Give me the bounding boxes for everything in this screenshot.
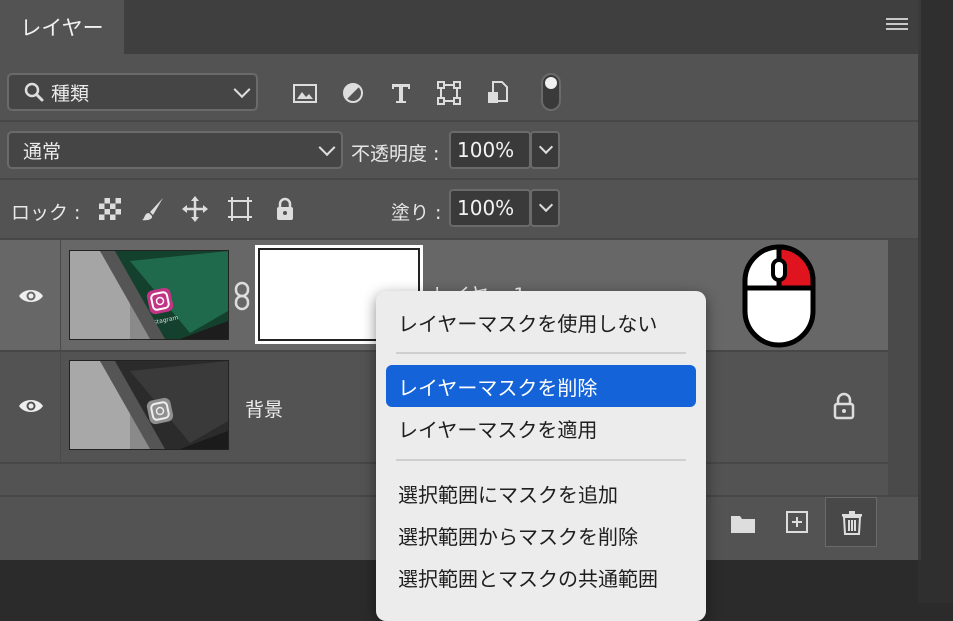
search-icon (23, 81, 45, 103)
menu-item-add-mask-to-selection[interactable]: 選択範囲にマスクを追加 (386, 472, 696, 514)
filter-kind-dropdown[interactable]: 種類 (7, 73, 258, 111)
panel-menu-icon[interactable] (886, 18, 908, 34)
lock-image-pixels-icon[interactable] (139, 195, 167, 223)
image-filter-icon[interactable] (291, 79, 319, 107)
chevron-down-icon (318, 139, 336, 157)
tab-layers[interactable]: レイヤー (0, 0, 124, 54)
right-click-mouse-icon (742, 244, 816, 348)
blend-mode-value: 通常 (23, 140, 62, 163)
eye-icon[interactable] (18, 393, 44, 419)
fill-dropdown-button[interactable] (530, 189, 560, 227)
menu-item-subtract-mask-from-selection[interactable]: 選択範囲からマスクを削除 (386, 514, 696, 556)
adjustment-filter-icon[interactable] (339, 79, 367, 107)
menu-separator (396, 352, 686, 354)
lock-artboard-icon[interactable] (226, 195, 254, 223)
filter-toggle[interactable] (541, 73, 561, 111)
lock-transparent-pixels-icon[interactable] (96, 195, 124, 223)
type-filter-icon[interactable] (387, 79, 415, 107)
fill-input[interactable]: 100% (449, 189, 531, 227)
menu-separator (396, 459, 686, 461)
delete-layer-button[interactable] (825, 497, 877, 547)
trash-icon (838, 508, 866, 536)
layer-thumbnail[interactable]: Instagram (69, 250, 229, 340)
new-layer-icon[interactable] (783, 508, 811, 536)
context-menu: レイヤーマスクを使用しない レイヤーマスクを削除 レイヤーマスクを適用 選択範囲… (376, 291, 706, 621)
lock-position-icon[interactable] (181, 195, 209, 223)
lock-all-icon[interactable] (271, 195, 299, 223)
workspace-background (918, 0, 953, 603)
fill-label: 塗り : (391, 202, 442, 224)
shape-filter-icon[interactable] (435, 79, 463, 107)
filter-kind-label: 種類 (51, 82, 90, 105)
eye-icon[interactable] (18, 283, 44, 309)
panel-tabbar: レイヤー (0, 0, 918, 54)
lock-label: ロック : (11, 202, 81, 224)
panel-edge (918, 0, 921, 560)
lock-icon[interactable] (832, 392, 856, 420)
chevron-down-icon (233, 81, 251, 99)
menu-item-disable-layer-mask[interactable]: レイヤーマスクを使用しない (386, 301, 696, 343)
opacity-label: 不透明度 : (351, 143, 440, 165)
opacity-input[interactable]: 100% (449, 131, 531, 169)
opacity-dropdown-button[interactable] (530, 131, 560, 169)
link-icon[interactable] (233, 281, 251, 311)
blend-mode-dropdown[interactable]: 通常 (7, 131, 343, 169)
menu-item-intersect-mask-with-selection[interactable]: 選択範囲とマスクの共通範囲 (386, 556, 696, 598)
layer-thumbnail[interactable] (69, 360, 229, 450)
menu-item-delete-layer-mask[interactable]: レイヤーマスクを削除 (386, 365, 696, 407)
layer-name[interactable]: 背景 (245, 395, 283, 422)
layers-scrollbar[interactable] (888, 240, 918, 495)
smart-object-filter-icon[interactable] (484, 79, 512, 107)
menu-item-apply-layer-mask[interactable]: レイヤーマスクを適用 (386, 407, 696, 449)
new-group-icon[interactable] (729, 509, 757, 537)
